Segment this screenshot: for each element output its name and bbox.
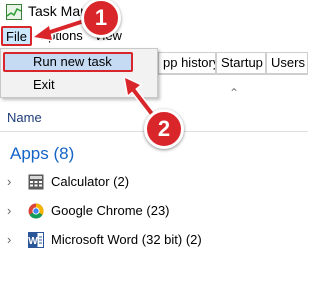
expand-chevron-icon[interactable]: ›	[7, 203, 11, 218]
exit-item[interactable]: Exit	[33, 77, 55, 92]
tab-label: Startup	[221, 55, 263, 70]
expand-chevron-icon[interactable]: ›	[7, 174, 11, 189]
process-row[interactable]: › W Microsoft Word (32 bit) (2)	[0, 229, 308, 253]
process-name: Calculator (2)	[51, 174, 130, 189]
svg-text:W: W	[28, 236, 38, 247]
task-manager-icon	[6, 4, 22, 20]
file-dropdown-menu: Run new task Exit	[0, 48, 158, 98]
group-title: Apps (8)	[10, 144, 75, 163]
process-row[interactable]: › Google Chrome (23)	[0, 200, 308, 224]
tab-users[interactable]: Users	[266, 52, 308, 74]
title-bar: Task Mana	[0, 0, 308, 24]
run-new-task-item[interactable]: Run new task	[33, 54, 112, 69]
process-row[interactable]: › Calculator (2)	[0, 171, 308, 195]
expand-chevron-icon[interactable]: ›	[7, 232, 11, 247]
process-name: Microsoft Word (32 bit) (2)	[51, 232, 202, 247]
tab-label: Users	[271, 55, 305, 70]
process-name: Google Chrome (23)	[51, 203, 170, 218]
file-menu-label: File	[6, 29, 27, 44]
calculator-icon	[28, 174, 44, 190]
menu-bar: File Options View	[0, 26, 308, 48]
tab-label: pp history	[163, 55, 216, 70]
sort-caret-icon[interactable]: ⌃	[229, 86, 239, 100]
tab-strip: pp history Startup Users	[158, 52, 308, 74]
options-menu[interactable]: Options	[38, 28, 83, 43]
column-header-name[interactable]: Name	[7, 110, 42, 125]
step-2-badge: 2	[144, 109, 184, 149]
word-icon: W	[28, 232, 44, 248]
tab-app-history[interactable]: pp history	[158, 52, 216, 74]
tab-startup[interactable]: Startup	[216, 52, 266, 74]
chrome-icon	[28, 203, 44, 219]
file-menu-button[interactable]: File	[1, 26, 32, 46]
